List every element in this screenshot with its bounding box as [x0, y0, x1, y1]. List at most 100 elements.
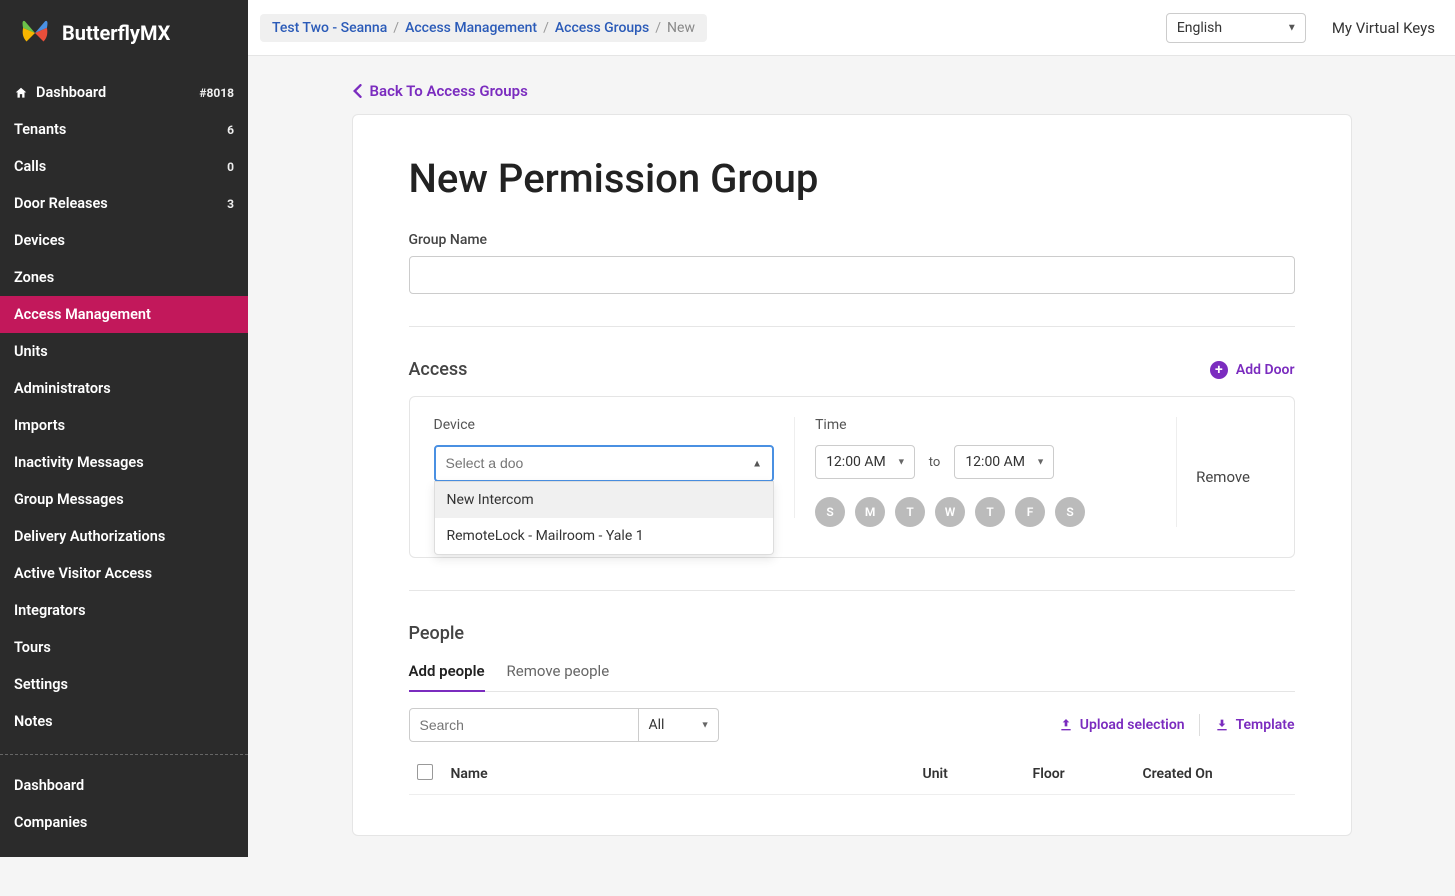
remove-column: Remove	[1177, 417, 1270, 537]
access-heading-row: Access + Add Door	[409, 359, 1295, 380]
sidebar-item-inactivity-messages[interactable]: Inactivity Messages	[0, 444, 248, 481]
sidebar-item-zones[interactable]: Zones	[0, 259, 248, 296]
home-icon	[14, 86, 28, 100]
back-link-label: Back To Access Groups	[370, 82, 528, 100]
topbar: Test Two - Seanna / Access Management / …	[248, 0, 1455, 56]
dropdown-option[interactable]: RemoteLock - Mailroom - Yale 1	[435, 518, 774, 554]
sidebar-item-access-management[interactable]: Access Management	[0, 296, 248, 333]
search-group: All	[409, 708, 719, 742]
nav-label: Units	[14, 343, 48, 360]
day-toggle-sun[interactable]: S	[815, 497, 845, 527]
device-column: Device ▲ New Intercom RemoteLock - Mailr…	[434, 417, 796, 518]
form-card: New Permission Group Group Name Access +…	[352, 114, 1352, 836]
nav-label: Settings	[14, 676, 68, 693]
tab-add-people[interactable]: Add people	[409, 662, 485, 692]
nav-label: Zones	[14, 269, 54, 286]
main: Back To Access Groups New Permission Gro…	[248, 0, 1455, 896]
template-button[interactable]: Template	[1214, 717, 1295, 733]
col-created-on[interactable]: Created On	[1135, 754, 1295, 795]
col-floor[interactable]: Floor	[1025, 754, 1135, 795]
upload-label: Upload selection	[1080, 717, 1185, 733]
nav-label: Tours	[14, 639, 51, 656]
breadcrumb-sep: /	[543, 20, 549, 36]
day-toggle-tue[interactable]: T	[895, 497, 925, 527]
day-toggle-sat[interactable]: S	[1055, 497, 1085, 527]
time-to-select[interactable]: 12:00 AM	[954, 445, 1054, 479]
remove-button[interactable]: Remove	[1196, 468, 1250, 486]
nav-label: Notes	[14, 713, 53, 730]
sidebar-footer-companies[interactable]: Companies	[0, 804, 248, 841]
people-search-input[interactable]	[409, 708, 639, 742]
my-virtual-keys-link[interactable]: My Virtual Keys	[1332, 19, 1435, 37]
sidebar-item-active-visitor-access[interactable]: Active Visitor Access	[0, 555, 248, 592]
people-tabs: Add people Remove people	[409, 662, 1295, 692]
breadcrumb-current: New	[667, 20, 695, 36]
nav-label: Devices	[14, 232, 65, 249]
days-row: S M T W T F S	[815, 497, 1156, 527]
nav-label: Companies	[14, 814, 87, 831]
sidebar-item-devices[interactable]: Devices	[0, 222, 248, 259]
device-select-wrap: ▲ New Intercom RemoteLock - Mailroom - Y…	[434, 445, 775, 482]
sidebar-item-notes[interactable]: Notes	[0, 703, 248, 740]
sidebar-footer-dashboard[interactable]: Dashboard	[0, 767, 248, 804]
device-label: Device	[434, 417, 775, 433]
sidebar-item-settings[interactable]: Settings	[0, 666, 248, 703]
topbar-right: English My Virtual Keys	[1166, 13, 1435, 43]
group-name-field: Group Name	[409, 232, 1295, 294]
section-divider	[409, 326, 1295, 327]
people-heading: People	[409, 623, 1295, 644]
nav-label: Door Releases	[14, 195, 108, 212]
dropdown-option[interactable]: New Intercom	[435, 482, 774, 518]
add-door-button[interactable]: + Add Door	[1210, 361, 1295, 379]
col-unit[interactable]: Unit	[915, 754, 1025, 795]
sidebar-item-calls[interactable]: Calls0	[0, 148, 248, 185]
sidebar-item-imports[interactable]: Imports	[0, 407, 248, 444]
group-name-input[interactable]	[409, 256, 1295, 294]
section-divider	[409, 590, 1295, 591]
upload-actions: Upload selection Template	[1058, 714, 1295, 736]
breadcrumb-link[interactable]: Access Management	[405, 20, 537, 36]
sidebar-item-units[interactable]: Units	[0, 333, 248, 370]
nav-label: Active Visitor Access	[14, 565, 152, 582]
sidebar-item-administrators[interactable]: Administrators	[0, 370, 248, 407]
col-name[interactable]: Name	[443, 754, 915, 795]
breadcrumb-link[interactable]: Test Two - Seanna	[272, 20, 387, 36]
sidebar-item-door-releases[interactable]: Door Releases 3	[0, 185, 248, 222]
nav-label: Calls	[14, 158, 46, 175]
sidebar-item-integrators[interactable]: Integrators	[0, 592, 248, 629]
time-from-select[interactable]: 12:00 AM	[815, 445, 915, 479]
sidebar-item-tenants[interactable]: Tenants6	[0, 111, 248, 148]
nav-label: Tenants	[14, 121, 66, 138]
upload-selection-button[interactable]: Upload selection	[1058, 717, 1185, 733]
language-select[interactable]: English	[1166, 13, 1306, 43]
brand-name: ButterflyMX	[62, 21, 170, 45]
upload-icon	[1058, 717, 1074, 733]
select-all-checkbox[interactable]	[417, 764, 433, 780]
count-badge: 3	[227, 197, 234, 211]
nav-label: Group Messages	[14, 491, 124, 508]
sidebar-item-tours[interactable]: Tours	[0, 629, 248, 666]
day-toggle-fri[interactable]: F	[1015, 497, 1045, 527]
nav-label: Access Management	[14, 306, 151, 323]
sidebar-item-delivery-authorizations[interactable]: Delivery Authorizations	[0, 518, 248, 555]
people-filter-select[interactable]: All	[639, 708, 719, 742]
time-label: Time	[815, 417, 1156, 433]
nav-label: Dashboard	[14, 777, 84, 794]
add-door-label: Add Door	[1236, 362, 1295, 378]
device-select[interactable]: ▲	[434, 445, 775, 482]
device-select-input[interactable]	[446, 455, 743, 471]
sidebar-item-group-messages[interactable]: Group Messages	[0, 481, 248, 518]
property-tag: #8018	[199, 86, 234, 100]
breadcrumb: Test Two - Seanna / Access Management / …	[260, 14, 707, 42]
day-toggle-mon[interactable]: M	[855, 497, 885, 527]
back-to-access-groups-link[interactable]: Back To Access Groups	[352, 82, 528, 100]
brand-logo[interactable]: ButterflyMX	[0, 0, 248, 66]
breadcrumb-sep: /	[393, 20, 399, 36]
time-to-label: to	[929, 455, 941, 470]
day-toggle-thu[interactable]: T	[975, 497, 1005, 527]
breadcrumb-link[interactable]: Access Groups	[555, 20, 649, 36]
sidebar-item-dashboard[interactable]: Dashboard #8018	[0, 74, 248, 111]
day-toggle-wed[interactable]: W	[935, 497, 965, 527]
tab-remove-people[interactable]: Remove people	[507, 662, 610, 692]
sidebar-nav: Dashboard #8018 Tenants6 Calls0 Door Rel…	[0, 66, 248, 748]
